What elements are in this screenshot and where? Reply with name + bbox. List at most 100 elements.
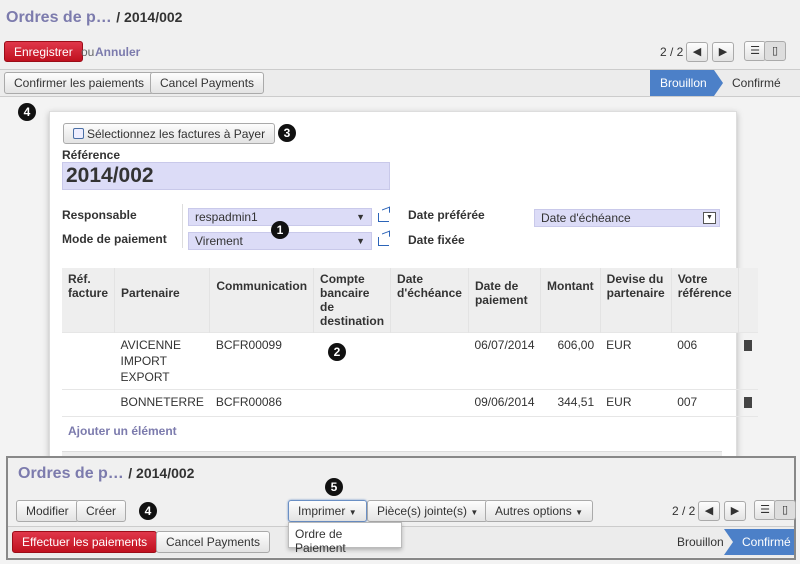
- cancel-payments-button[interactable]: Cancel Payments: [156, 531, 271, 553]
- form-view-button[interactable]: ▯: [774, 500, 796, 520]
- dropdown-box-icon: ▼: [703, 212, 716, 224]
- form-icon: ▯: [781, 504, 789, 516]
- pager-counter: 2 / 2: [660, 45, 684, 59]
- col-your-ref[interactable]: Votre référence: [670, 268, 739, 333]
- table-row[interactable]: BONNETERRE BCFR00086 09/06/2014 344,51 E…: [62, 389, 759, 417]
- arrow-left-icon: ◀: [692, 46, 702, 58]
- payment-lines-table: Réf. facture Partenaire Communication Co…: [62, 268, 759, 451]
- col-invoice-ref[interactable]: Réf. facture: [62, 268, 115, 333]
- cell-communication: BCFR00086: [209, 389, 314, 417]
- cell-your-ref: 007: [671, 389, 739, 417]
- print-label: Imprimer: [298, 504, 346, 518]
- col-partner-currency[interactable]: Devise du partenaire: [599, 268, 672, 333]
- fixed-date-label: Date fixée: [408, 233, 465, 247]
- arrow-left-icon: ◀: [704, 505, 714, 517]
- reference-input[interactable]: 2014/002: [62, 162, 390, 190]
- col-due-date[interactable]: Date d'échéance: [390, 268, 469, 333]
- external-link-icon[interactable]: [378, 237, 389, 246]
- preferred-date-value: Date d'échéance: [541, 211, 631, 225]
- or-label: ou: [81, 45, 95, 59]
- create-button[interactable]: Créer: [76, 500, 127, 522]
- pager-prev-button[interactable]: ◀: [698, 501, 720, 521]
- table-row[interactable]: AVICENNE IMPORT EXPORT BCFR00099 06/07/2…: [62, 332, 759, 390]
- stage-arrow: [724, 529, 733, 555]
- col-dest-account[interactable]: Compte bancaire de destination: [313, 268, 391, 333]
- record-name: / 2014/002: [116, 9, 183, 25]
- external-link-icon[interactable]: [378, 213, 389, 222]
- label-divider: [182, 204, 183, 248]
- top-header: Ordres de p… / 2014/002 Enregistrer ou A…: [0, 0, 800, 69]
- cell-account: [313, 332, 391, 390]
- col-actions: [737, 268, 759, 333]
- attachments-dropdown[interactable]: Pièce(s) jointe(s) ▼: [367, 500, 489, 522]
- cell-ref: [62, 332, 115, 390]
- print-menu-item[interactable]: Ordre de Paiement: [289, 523, 401, 559]
- discard-link[interactable]: Annuler: [95, 45, 140, 59]
- cell-account: [313, 389, 391, 417]
- select-invoices-button[interactable]: Sélectionnez les factures à Payer: [63, 123, 276, 144]
- breadcrumb-link[interactable]: Ordres de p…: [6, 9, 112, 26]
- save-button[interactable]: Enregistrer: [4, 41, 83, 62]
- cell-amount: 606,00: [540, 332, 601, 390]
- more-options-label: Autres options: [495, 504, 572, 518]
- breadcrumb: Ordres de p… / 2014/002: [18, 465, 194, 483]
- delete-row-button[interactable]: [738, 389, 759, 417]
- caret-down-icon: ▼: [470, 508, 479, 517]
- caret-down-icon: ▼: [348, 508, 357, 517]
- list-view-button[interactable]: ☰: [754, 500, 776, 520]
- trash-icon: [744, 397, 753, 408]
- search-icon: [73, 128, 84, 139]
- responsible-label: Responsable: [62, 208, 137, 222]
- col-payment-date[interactable]: Date de paiement: [467, 268, 541, 333]
- more-options-dropdown[interactable]: Autres options ▼: [485, 500, 593, 522]
- col-amount[interactable]: Montant: [540, 268, 601, 333]
- list-icon: ☰: [760, 504, 770, 516]
- select-invoices-label: Sélectionnez les factures à Payer: [87, 127, 266, 141]
- callout-badge: 1: [271, 221, 289, 239]
- stage-draft[interactable]: Brouillon: [650, 70, 714, 96]
- list-icon: ☰: [750, 45, 760, 57]
- list-view-button[interactable]: ☰: [744, 41, 766, 61]
- payment-mode-label: Mode de paiement: [62, 232, 167, 246]
- delete-row-button[interactable]: [738, 332, 759, 390]
- cell-partner: BONNETERRE: [114, 389, 210, 417]
- statusbar: Confirmer les paiements Cancel Payments …: [0, 69, 800, 97]
- payment-mode-value: Virement: [195, 234, 243, 248]
- preferred-date-label: Date préférée: [408, 208, 485, 222]
- cancel-payments-button[interactable]: Cancel Payments: [150, 72, 265, 94]
- breadcrumb: Ordres de p… / 2014/002: [6, 9, 182, 27]
- breadcrumb-link[interactable]: Ordres de p…: [18, 465, 124, 482]
- table-header-row: Réf. facture Partenaire Communication Co…: [62, 268, 759, 333]
- print-menu: Ordre de Paiement: [288, 522, 402, 555]
- print-dropdown[interactable]: Imprimer ▼: [288, 500, 367, 522]
- caret-down-icon: ▼: [356, 236, 365, 246]
- confirm-payments-button[interactable]: Confirmer les paiements: [4, 72, 155, 94]
- responsible-value: respadmin1: [195, 210, 258, 224]
- pager-prev-button[interactable]: ◀: [686, 42, 708, 62]
- preferred-date-select[interactable]: Date d'échéance ▼: [534, 209, 720, 227]
- cell-currency: EUR: [600, 389, 672, 417]
- callout-badge: 2: [328, 343, 346, 361]
- stage-confirmed[interactable]: Confirmé: [722, 70, 791, 96]
- col-communication[interactable]: Communication: [209, 268, 314, 333]
- add-item-row: Ajouter un élément: [62, 416, 759, 451]
- do-payments-button[interactable]: Effectuer les paiements: [12, 531, 158, 553]
- cell-due-date: [390, 332, 469, 390]
- form-view-button[interactable]: ▯: [764, 41, 786, 61]
- cell-communication: BCFR00099: [209, 332, 314, 390]
- callout-badge: 3: [278, 124, 296, 142]
- stage-confirmed[interactable]: Confirmé: [724, 529, 794, 555]
- pager-next-button[interactable]: ▶: [712, 42, 734, 62]
- cell-partner: AVICENNE IMPORT EXPORT: [114, 332, 210, 390]
- add-item-link[interactable]: Ajouter un élément: [68, 424, 177, 438]
- cell-amount: 344,51: [540, 389, 601, 417]
- form-icon: ▯: [771, 45, 779, 57]
- caret-down-icon: ▼: [356, 212, 365, 222]
- reference-label: Référence: [62, 148, 121, 162]
- cell-your-ref: 006: [671, 332, 739, 390]
- cell-payment-date: 09/06/2014: [468, 389, 541, 417]
- edit-button[interactable]: Modifier: [16, 500, 79, 522]
- col-partner[interactable]: Partenaire: [114, 268, 210, 333]
- pager-next-button[interactable]: ▶: [724, 501, 746, 521]
- arrow-right-icon: ▶: [730, 505, 740, 517]
